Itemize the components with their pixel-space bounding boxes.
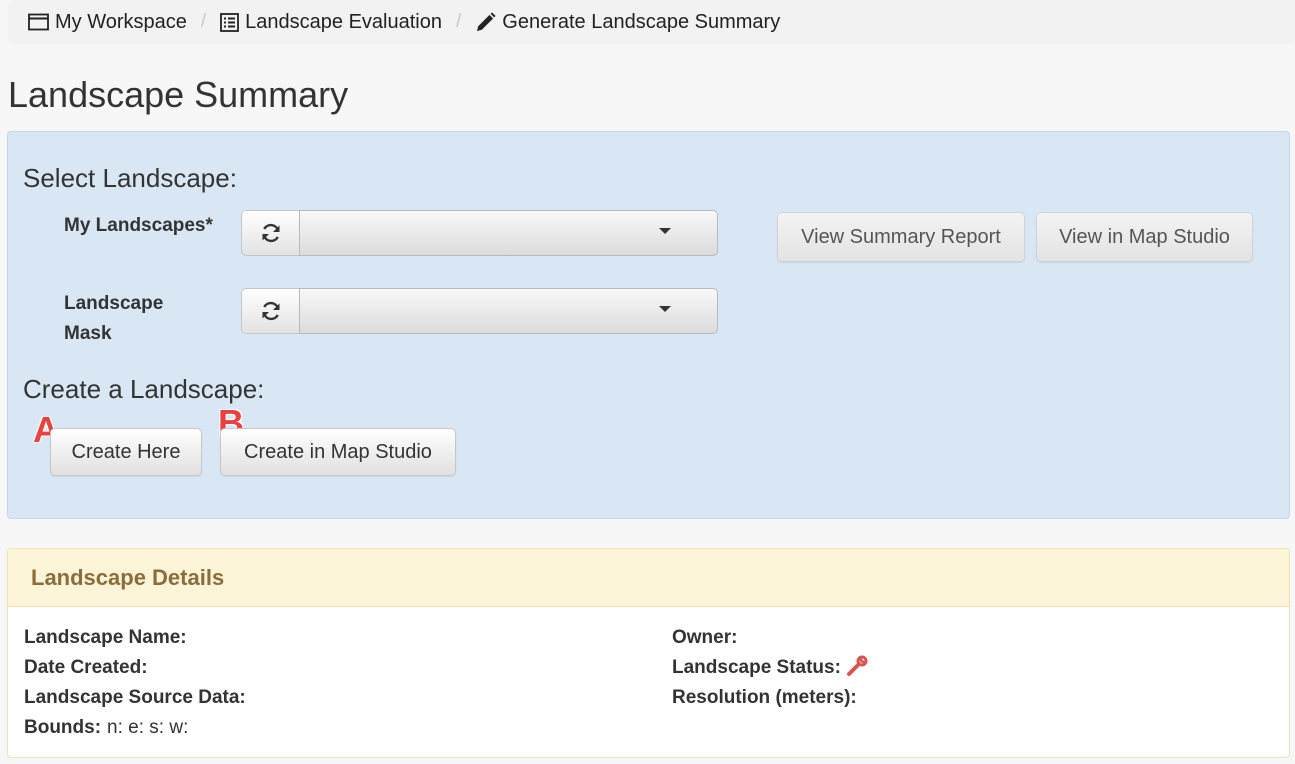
- create-landscape-heading: Create a Landscape:: [23, 374, 265, 404]
- landscape-status-row: Landscape Status:: [672, 653, 870, 683]
- caret-down-icon: [659, 228, 671, 234]
- breadcrumb: My Workspace / Landscape Evaluation / Ge…: [8, 0, 1295, 44]
- window-icon: [28, 13, 49, 31]
- landscape-status-label: Landscape Status:: [672, 657, 841, 678]
- create-here-button[interactable]: Create Here: [50, 428, 202, 476]
- wrench-icon: [846, 655, 868, 676]
- create-in-map-studio-button[interactable]: Create in Map Studio: [220, 428, 456, 476]
- refresh-icon: [262, 301, 279, 321]
- bounds-value: n: e: s: w:: [107, 717, 189, 738]
- my-landscapes-label: My Landscapes*: [64, 215, 213, 236]
- source-data-row: Landscape Source Data:: [24, 683, 246, 713]
- landscape-mask-label: Landscape Mask: [64, 293, 164, 344]
- date-created-row: Date Created:: [24, 653, 148, 683]
- refresh-icon: [262, 223, 279, 243]
- view-summary-report-button[interactable]: View Summary Report: [777, 212, 1025, 262]
- landscape-mask-group: [241, 288, 718, 334]
- owner-row: Owner:: [672, 623, 737, 653]
- landscape-name-label: Landscape Name:: [24, 627, 187, 648]
- source-data-label: Landscape Source Data:: [24, 687, 246, 708]
- breadcrumb-my-workspace[interactable]: My Workspace: [28, 11, 187, 34]
- resolution-row: Resolution (meters):: [672, 683, 857, 713]
- landscape-mask-select[interactable]: [299, 288, 718, 334]
- landscape-name-row: Landscape Name:: [24, 623, 187, 653]
- my-landscapes-group: [241, 210, 718, 256]
- refresh-my-landscapes-button[interactable]: [241, 210, 299, 256]
- list-icon: [220, 12, 240, 32]
- page-title: Landscape Summary: [8, 74, 349, 115]
- refresh-landscape-mask-button[interactable]: [241, 288, 299, 334]
- landscape-details-title: Landscape Details: [31, 564, 225, 590]
- breadcrumb-label: Landscape Evaluation: [245, 10, 442, 33]
- breadcrumb-generate-summary[interactable]: Generate Landscape Summary: [475, 11, 780, 34]
- owner-label: Owner:: [672, 627, 738, 648]
- breadcrumb-landscape-evaluation[interactable]: Landscape Evaluation: [220, 11, 442, 34]
- my-landscapes-select[interactable]: [299, 210, 718, 256]
- caret-down-icon: [659, 306, 671, 312]
- landscape-details-panel: Landscape Details Landscape Name: Date C…: [7, 548, 1290, 758]
- breadcrumb-label: My Workspace: [55, 10, 187, 33]
- breadcrumb-separator: /: [456, 11, 462, 32]
- select-landscape-panel: Select Landscape: My Landscapes* Landsca…: [7, 131, 1290, 519]
- breadcrumb-label: Generate Landscape Summary: [502, 10, 781, 33]
- select-landscape-heading: Select Landscape:: [23, 163, 237, 193]
- pencil-icon: [477, 11, 496, 31]
- resolution-label: Resolution (meters):: [672, 687, 857, 708]
- landscape-details-header: Landscape Details: [8, 549, 1289, 607]
- bounds-row: Bounds: n: e: s: w:: [24, 713, 188, 743]
- breadcrumb-separator: /: [200, 11, 207, 32]
- date-created-label: Date Created:: [24, 657, 148, 678]
- bounds-label: Bounds:: [24, 717, 102, 738]
- view-in-map-studio-button[interactable]: View in Map Studio: [1036, 212, 1253, 262]
